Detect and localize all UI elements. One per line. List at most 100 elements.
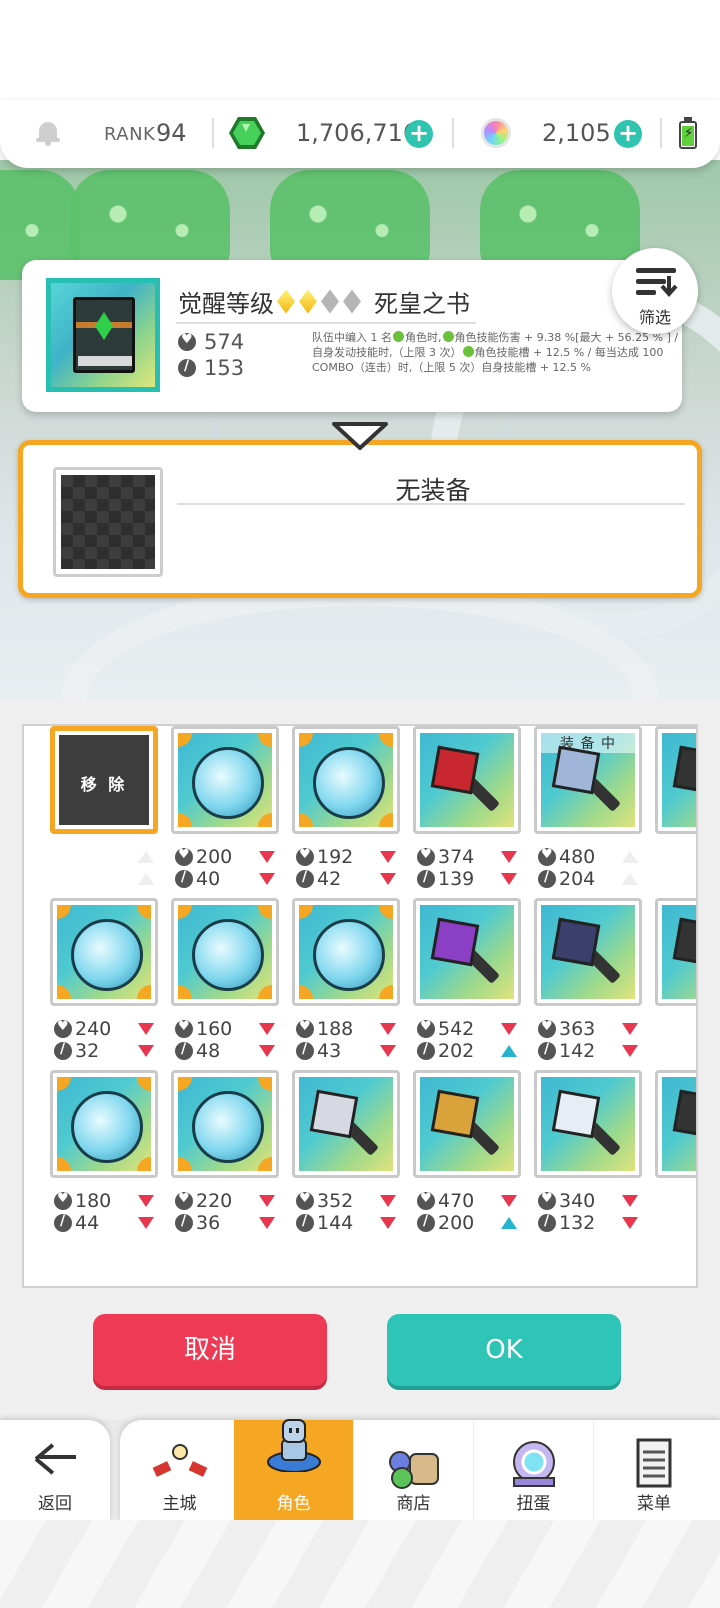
- inventory-item-cell[interactable]: 20040: [167, 726, 279, 890]
- atk-value: 153: [204, 356, 245, 380]
- inventory-item-cell[interactable]: 18843: [288, 898, 400, 1062]
- hp-stat: 180: [54, 1190, 158, 1212]
- filter-label: 筛选: [638, 308, 671, 327]
- hp-value: 220: [196, 1190, 233, 1212]
- bell-icon[interactable]: [36, 120, 60, 146]
- ok-button[interactable]: OK: [387, 1314, 621, 1386]
- inventory-item-cell[interactable]: 352144: [288, 1070, 400, 1234]
- add-orbs-button[interactable]: +: [614, 120, 642, 148]
- inventory-item-cell[interactable]: 363142: [530, 898, 642, 1062]
- orb-accessory-icon: [178, 1077, 272, 1171]
- orb-accessory-icon: [178, 905, 272, 999]
- empty-stat: [54, 846, 158, 868]
- inventory-item-cell[interactable]: 22036: [167, 1070, 279, 1234]
- atk-stat: 43: [296, 1040, 400, 1062]
- back-button[interactable]: 返回: [0, 1420, 110, 1520]
- atk-value: 202: [438, 1040, 475, 1062]
- sword-icon: [417, 869, 435, 888]
- stat-down-arrow-icon: [259, 1045, 275, 1057]
- inventory-item-cell[interactable]: 18044: [46, 1070, 158, 1234]
- atk-value: 44: [75, 1212, 100, 1234]
- rarity-corner: [258, 733, 272, 747]
- atk-value: 32: [75, 1040, 100, 1062]
- cancel-button[interactable]: 取消: [93, 1314, 327, 1386]
- sword-icon: [54, 1041, 72, 1060]
- slot-underline: [177, 503, 685, 505]
- green-gem-icon: [229, 117, 265, 149]
- stat-neutral-arrow-icon: [138, 851, 154, 863]
- sword-icon: [538, 869, 556, 888]
- heart-icon: [538, 847, 556, 866]
- inventory-item-cell[interactable]: 542202: [409, 898, 521, 1062]
- weapon-icon: [420, 905, 514, 999]
- item-tile: [171, 726, 279, 834]
- stat-down-arrow-icon: [138, 1023, 154, 1035]
- inventory-item-cell[interactable]: 374139: [409, 726, 521, 890]
- inventory-item-cell-partial[interactable]: [651, 726, 696, 876]
- item-tile: [50, 1070, 158, 1178]
- item-tile: [171, 1070, 279, 1178]
- rarity-corner: [379, 733, 393, 747]
- nav-item-character[interactable]: 角色: [234, 1419, 354, 1520]
- hp-stat: 220: [175, 1190, 279, 1212]
- hp-stat: 470: [417, 1190, 521, 1212]
- chevron-down-icon: [332, 422, 388, 450]
- hp-value: 374: [438, 846, 475, 868]
- heart-icon: [296, 847, 314, 866]
- inventory-item-cell[interactable]: 16048: [167, 898, 279, 1062]
- hp-value: 160: [196, 1018, 233, 1040]
- atk-value: 139: [438, 868, 475, 890]
- filter-button[interactable]: 筛选: [612, 248, 698, 334]
- add-gems-button[interactable]: +: [405, 120, 433, 148]
- item-tile: [413, 898, 521, 1006]
- stat-neutral-arrow-icon: [622, 851, 638, 863]
- stat-down-arrow-icon: [501, 873, 517, 885]
- atk-value: 204: [559, 868, 596, 890]
- hp-value: 363: [559, 1018, 596, 1040]
- remove-icon: 移 除: [59, 735, 149, 825]
- inventory-item-cell[interactable]: 470200: [409, 1070, 521, 1234]
- stat-down-arrow-icon: [622, 1045, 638, 1057]
- stat-down-arrow-icon: [380, 1045, 396, 1057]
- hp-stat: 352: [296, 1190, 400, 1212]
- nav-item-gacha[interactable]: 扭蛋: [474, 1420, 594, 1520]
- sword-icon: [538, 1213, 556, 1232]
- inventory-item-cell[interactable]: 19242: [288, 726, 400, 890]
- castle-icon: [152, 1444, 208, 1477]
- item-tile: [534, 1070, 642, 1178]
- inventory-item-cell-partial[interactable]: [651, 1070, 696, 1220]
- remove-equipment-cell[interactable]: 移 除: [46, 726, 158, 885]
- item-title: 觉醒等级 死皇之书: [178, 284, 470, 319]
- sword-icon: [296, 869, 314, 888]
- nav-item-menu[interactable]: 菜单: [594, 1420, 714, 1520]
- inventory-grid: 移 除2004019242374139装 备 中4802042403216048…: [22, 724, 698, 1288]
- item-tile: 移 除: [50, 726, 158, 834]
- hp-value: 352: [317, 1190, 354, 1212]
- heart-icon: [296, 1191, 314, 1210]
- hp-value: 542: [438, 1018, 475, 1040]
- hp-stat: 340: [538, 1190, 642, 1212]
- nav-item-shop[interactable]: 商店: [354, 1420, 474, 1520]
- sword-icon: [417, 1041, 435, 1060]
- back-label: 返回: [38, 1494, 72, 1514]
- current-equipment-slot[interactable]: 无装备: [18, 440, 702, 598]
- sword-icon: [178, 358, 196, 377]
- item-tile: [655, 1070, 696, 1178]
- heart-icon: [175, 1019, 193, 1038]
- atk-stat: 144: [296, 1212, 400, 1234]
- nav-item-castle[interactable]: 主城: [120, 1420, 240, 1520]
- inventory-item-cell[interactable]: 装 备 中 480204: [530, 726, 642, 890]
- inventory-item-cell-partial[interactable]: [651, 898, 696, 1048]
- heart-icon: [175, 1191, 193, 1210]
- sword-icon: [538, 1041, 556, 1060]
- nav-label-castle: 主城: [162, 1494, 197, 1514]
- hp-value: 480: [559, 846, 596, 868]
- rarity-corner: [57, 1157, 71, 1171]
- nav-label-character: 角色: [276, 1494, 311, 1514]
- inventory-item-cell[interactable]: 340132: [530, 1070, 642, 1234]
- empty-equipment-box: [53, 467, 163, 577]
- weapon-icon: [541, 1077, 635, 1171]
- rarity-corner: [178, 985, 192, 999]
- inventory-item-cell[interactable]: 24032: [46, 898, 158, 1062]
- heart-icon: [175, 847, 193, 866]
